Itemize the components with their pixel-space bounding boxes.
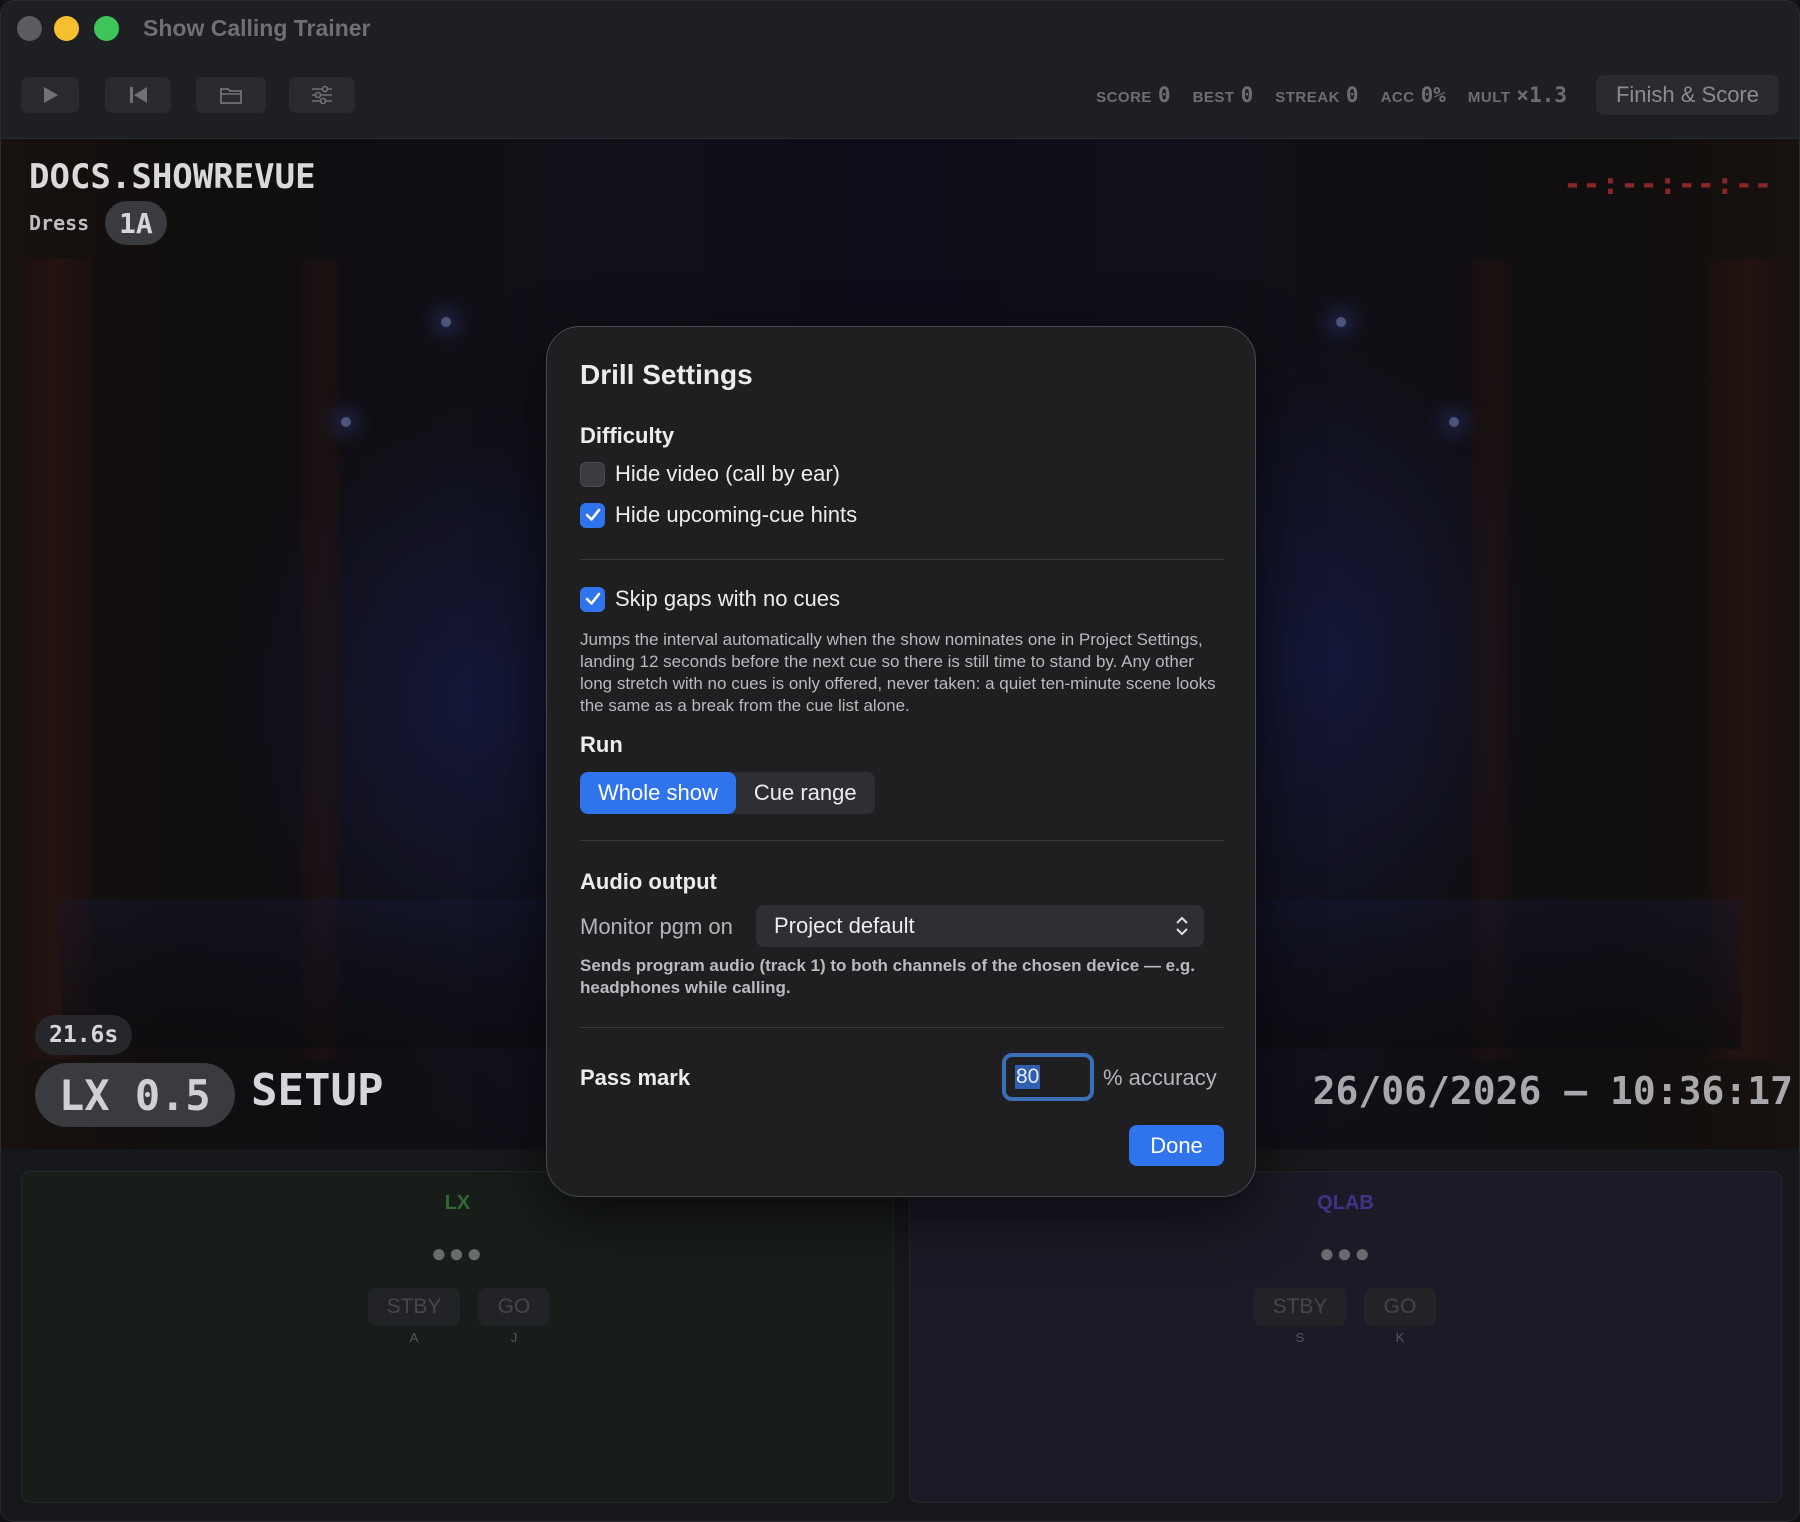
sliders-icon xyxy=(312,85,332,105)
stat-multiplier: MULT ×1.3 xyxy=(1467,83,1567,107)
qlab-panel: QLAB ●●● STBY GO S K xyxy=(909,1171,1782,1503)
stats-bar: SCORE 0 BEST 0 STREAK 0 ACC 0% MULT ×1.3 xyxy=(1096,83,1567,107)
go-key-hint: K xyxy=(1395,1330,1405,1345)
skip-gaps-help: Jumps the interval automatically when th… xyxy=(580,630,1216,715)
finish-score-button[interactable]: Finish & Score xyxy=(1595,75,1779,115)
skip-gaps-checkbox[interactable] xyxy=(580,586,605,612)
pass-mark-label: Pass mark xyxy=(580,1065,691,1090)
restart-button[interactable] xyxy=(105,77,171,113)
stat-score: SCORE 0 xyxy=(1096,83,1171,107)
play-button[interactable] xyxy=(21,77,79,113)
pass-mark-value: 80 xyxy=(1015,1065,1041,1089)
difficulty-heading: Difficulty xyxy=(580,423,675,448)
audio-output-help: Sends program audio (track 1) to both ch… xyxy=(580,956,1195,997)
lx-panel: LX ●●● STBY GO A J xyxy=(21,1171,894,1503)
stat-best: BEST 0 xyxy=(1192,83,1254,107)
checkmark-icon xyxy=(585,592,600,605)
hide-hints-option[interactable]: Hide upcoming-cue hints xyxy=(580,502,857,528)
run-whole-show-option[interactable]: Whole show xyxy=(580,772,736,814)
done-button[interactable]: Done xyxy=(1129,1125,1224,1166)
audio-output-heading: Audio output xyxy=(580,869,717,894)
stby-key-hint: S xyxy=(1295,1330,1305,1345)
monitor-label: Monitor pgm on xyxy=(580,914,733,939)
toolbar: SCORE 0 BEST 0 STREAK 0 ACC 0% MULT ×1.3 Fini… xyxy=(1,57,1799,139)
stat-streak: STREAK 0 xyxy=(1275,83,1359,107)
show-name: DOCS.SHOWREVUE xyxy=(29,157,316,197)
zoom-window-button[interactable] xyxy=(94,16,119,41)
divider xyxy=(580,840,1224,841)
pass-mark-input[interactable]: 80 xyxy=(1002,1053,1094,1101)
skip-back-icon xyxy=(130,87,147,103)
skip-gaps-option[interactable]: Skip gaps with no cues xyxy=(580,586,840,612)
scene-badge: 1A xyxy=(105,201,167,245)
play-icon xyxy=(44,87,58,103)
pending-dots: ●●● xyxy=(430,1238,485,1268)
folder-icon xyxy=(220,88,242,104)
go-key-hint: J xyxy=(510,1330,518,1345)
divider xyxy=(580,559,1224,560)
close-window-button[interactable] xyxy=(17,16,42,41)
divider xyxy=(580,1027,1224,1028)
run-segmented-control: Whole show Cue range xyxy=(580,772,875,814)
hide-video-checkbox[interactable] xyxy=(580,461,605,487)
open-folder-button[interactable] xyxy=(196,77,266,113)
hide-video-option[interactable]: Hide video (call by ear) xyxy=(580,461,840,487)
drill-settings-dialog: Drill Settings Difficulty Hide video (ca… xyxy=(546,326,1256,1197)
elapsed-time: 21.6s xyxy=(35,1015,133,1055)
hide-video-label: Hide video (call by ear) xyxy=(615,461,840,486)
pending-dots: ●●● xyxy=(1318,1238,1373,1268)
app-window: Show Calling Trainer SCORE 0 BEST 0 STREAK… xyxy=(0,0,1800,1522)
timecode-display: --:--:--:-- xyxy=(1563,167,1773,202)
date-time-clock: 26/06/2026 – 10:36:17 xyxy=(1312,1069,1793,1113)
monitor-output-select[interactable]: Project default xyxy=(756,905,1204,947)
lx-stby-button[interactable]: STBY xyxy=(368,1288,460,1326)
lx-go-button[interactable]: GO xyxy=(478,1288,550,1326)
hide-hints-label: Hide upcoming-cue hints xyxy=(615,502,858,527)
skip-gaps-label: Skip gaps with no cues xyxy=(615,586,841,611)
stat-accuracy: ACC 0% xyxy=(1380,83,1446,107)
run-cue-range-option[interactable]: Cue range xyxy=(736,772,875,814)
pass-mark-suffix: % accuracy xyxy=(1103,1065,1217,1090)
run-type-label: Dress xyxy=(29,211,90,235)
chevron-up-down-icon xyxy=(1176,916,1188,936)
run-heading: Run xyxy=(580,732,623,757)
qlab-stby-button[interactable]: STBY xyxy=(1254,1288,1346,1326)
current-cue-badge: LX 0.5 xyxy=(35,1063,235,1127)
settings-button[interactable] xyxy=(289,77,355,113)
checkmark-icon xyxy=(585,508,600,521)
stby-key-hint: A xyxy=(409,1330,419,1345)
window-title: Show Calling Trainer xyxy=(143,15,371,41)
monitor-output-value: Project default xyxy=(774,913,915,938)
title-bar: Show Calling Trainer xyxy=(1,1,1799,57)
minimize-window-button[interactable] xyxy=(54,16,79,41)
hide-hints-checkbox[interactable] xyxy=(580,502,605,528)
department-panels: LX ●●● STBY GO A J QLAB ●●● STBY GO S K xyxy=(1,1149,1799,1521)
qlab-go-button[interactable]: GO xyxy=(1364,1288,1436,1326)
dialog-title: Drill Settings xyxy=(580,359,753,390)
current-cue-name: SETUP xyxy=(251,1065,384,1116)
